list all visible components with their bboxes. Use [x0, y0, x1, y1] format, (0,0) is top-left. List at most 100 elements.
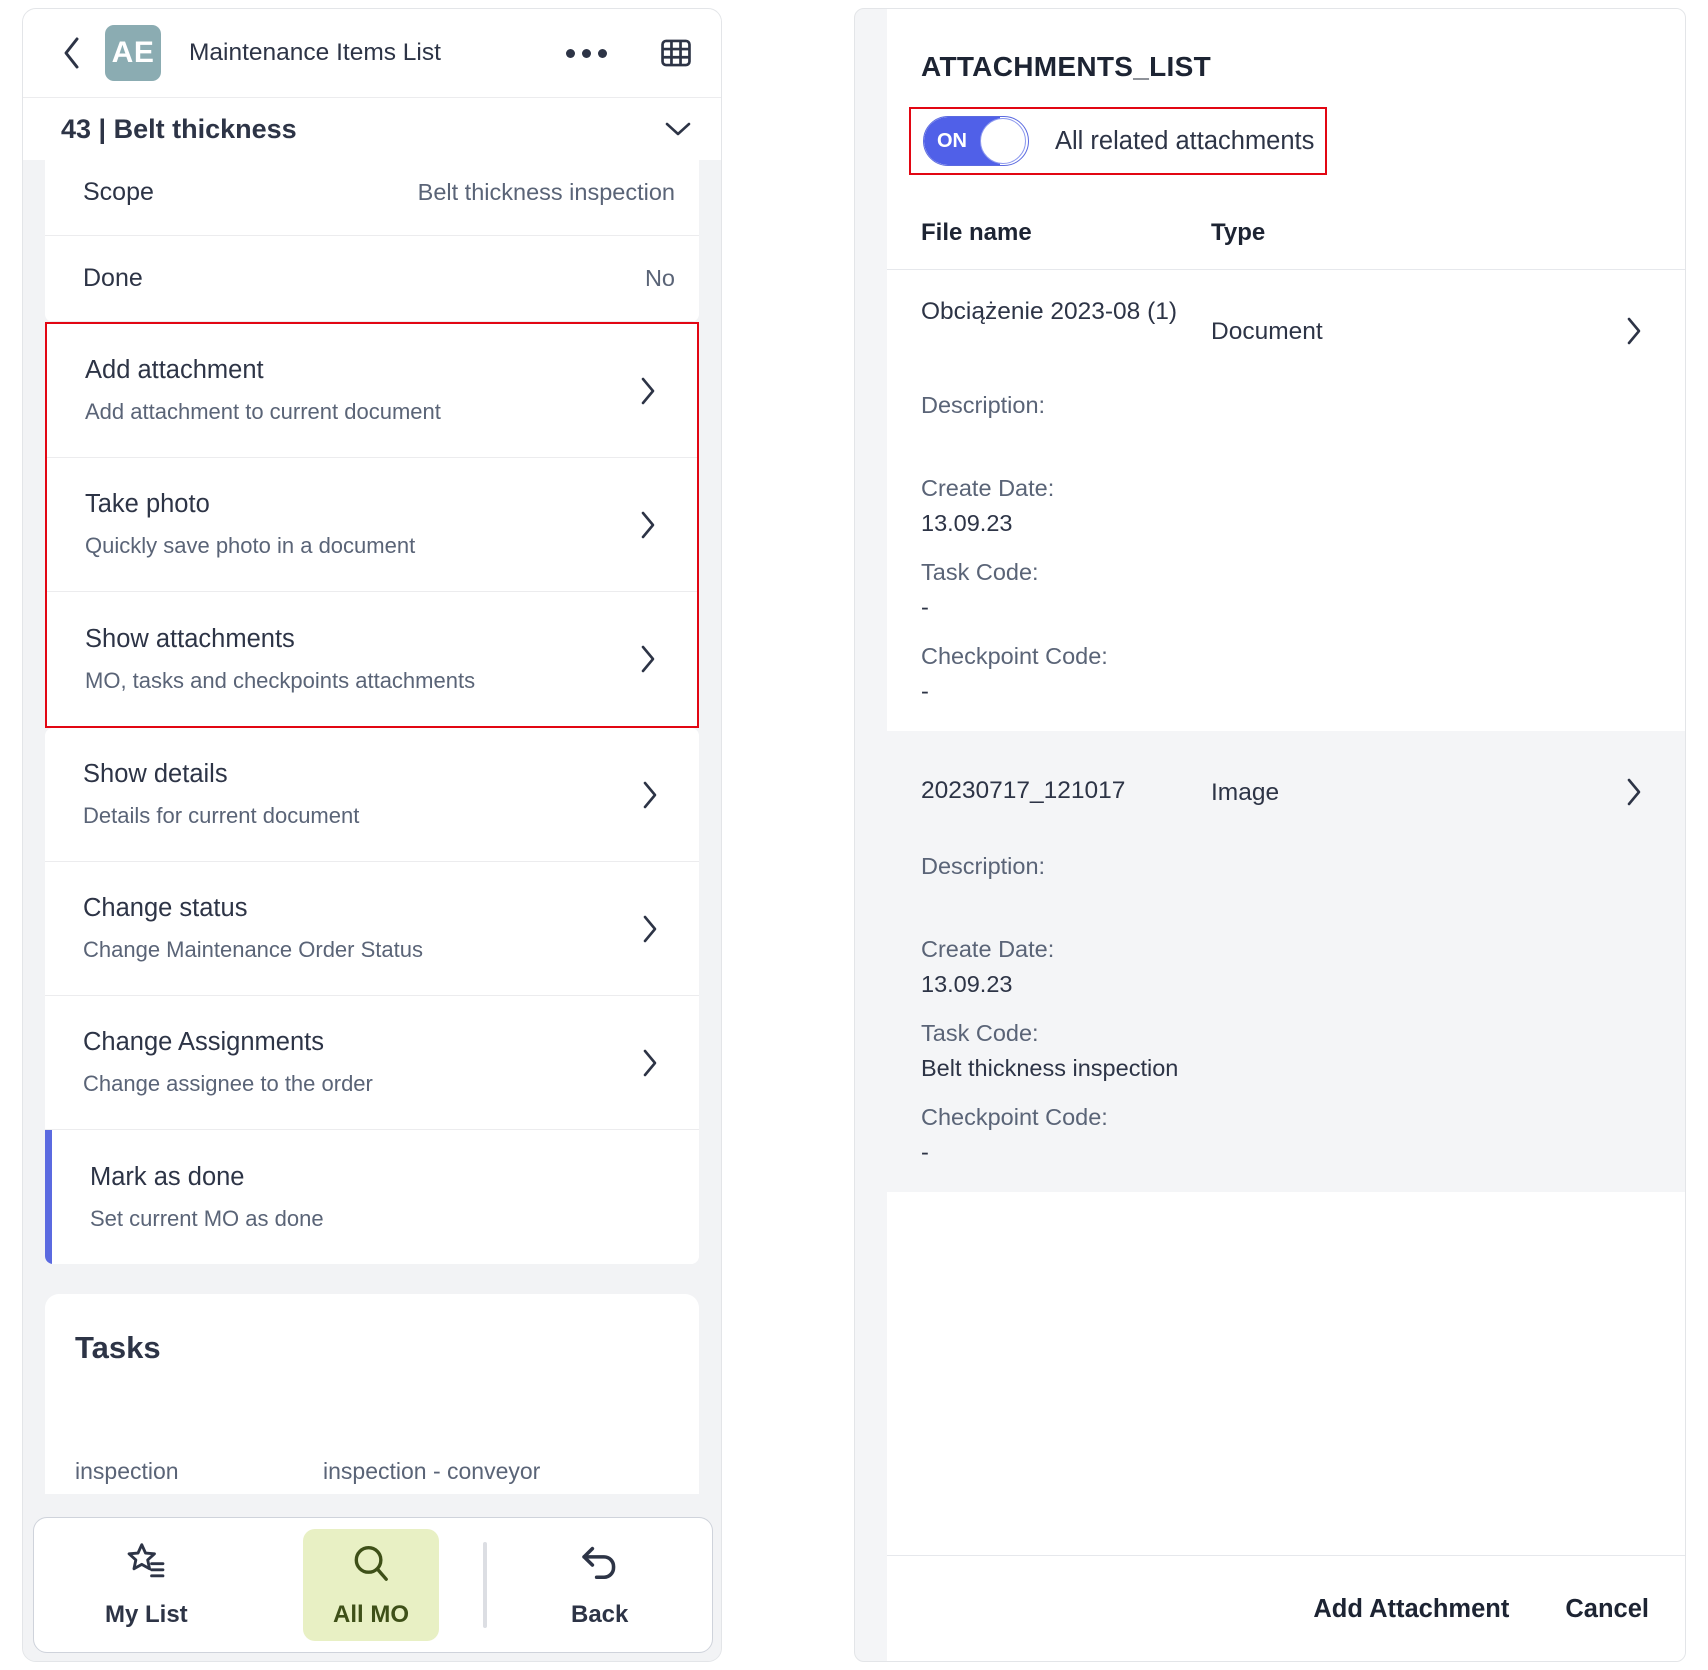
action-add-attachment[interactable]: Add attachment Add attachment to current…: [47, 324, 697, 458]
action-subtitle: Change Maintenance Order Status: [83, 937, 641, 963]
mobile-app-panel: AE Maintenance Items List 43 | Belt thic…: [22, 8, 722, 1662]
action-subtitle: Quickly save photo in a document: [85, 533, 639, 559]
chevron-right-icon[interactable]: [1511, 296, 1686, 346]
nav-item-my-list[interactable]: My List: [34, 1518, 259, 1652]
action-title: Take photo: [85, 490, 639, 519]
attachment-file-name: 20230717_121017: [921, 757, 1211, 807]
attachment-metadata: Description: Create Date: 13.09.23 Task …: [887, 807, 1686, 1166]
app-title: Maintenance Items List: [189, 39, 441, 67]
attachment-file-name: Obciążenie 2023-08 (1): [921, 296, 1211, 328]
action-title: Show attachments: [85, 625, 639, 654]
attachment-type: Document: [1211, 296, 1511, 346]
secondary-actions-card: Show details Details for current documen…: [45, 728, 699, 1264]
info-row-scope: Scope Belt thickness inspection: [45, 160, 699, 236]
action-text: Mark as done Set current MO as done: [90, 1163, 673, 1232]
meta-task-code-label: Task Code:: [921, 1020, 1686, 1047]
tasks-preview-left: inspection: [75, 1458, 323, 1485]
toggle-label: All related attachments: [1055, 127, 1314, 156]
dialog-title: ATTACHMENTS_LIST: [887, 9, 1686, 83]
chevron-right-icon: [641, 1048, 673, 1078]
nav-item-label: All MO: [333, 1601, 409, 1629]
app-logo: AE: [105, 25, 161, 81]
nav-active-pill: All MO: [303, 1529, 439, 1641]
column-header-spacer: [1511, 219, 1686, 247]
chevron-right-icon: [641, 914, 673, 944]
attachment-row-main: Obciążenie 2023-08 (1) Document: [887, 270, 1686, 346]
tasks-preview-right: inspection - conveyor: [323, 1458, 540, 1485]
meta-checkpoint-code-label: Checkpoint Code:: [921, 643, 1686, 670]
action-title: Mark as done: [90, 1163, 673, 1192]
grid-icon[interactable]: [659, 36, 693, 70]
info-row-label: Done: [83, 264, 143, 293]
toggle-state-label: ON: [937, 130, 967, 153]
nav-item-back[interactable]: Back: [487, 1518, 712, 1652]
cancel-button[interactable]: Cancel: [1565, 1595, 1649, 1624]
info-card: Scope Belt thickness inspection Done No: [45, 160, 699, 322]
attachment-actions-highlight: Add attachment Add attachment to current…: [45, 322, 699, 728]
meta-create-date-value: 13.09.23: [921, 510, 1686, 537]
action-take-photo[interactable]: Take photo Quickly save photo in a docum…: [47, 458, 697, 592]
column-header-type: Type: [1211, 219, 1511, 247]
tasks-section-title: Tasks: [75, 1330, 699, 1366]
action-change-assignments[interactable]: Change Assignments Change assignee to th…: [45, 996, 699, 1130]
action-title: Change Assignments: [83, 1028, 641, 1057]
info-row-value: No: [645, 265, 675, 292]
column-header-file-name: File name: [921, 219, 1211, 247]
action-mark-as-done[interactable]: Mark as done Set current MO as done: [45, 1130, 699, 1264]
tasks-preview-row: inspection inspection - conveyor: [75, 1458, 699, 1485]
meta-checkpoint-code-value: -: [921, 678, 1686, 705]
meta-create-date-label: Create Date:: [921, 936, 1686, 963]
all-related-attachments-toggle[interactable]: ON: [923, 116, 1029, 166]
meta-description-value: [921, 419, 1686, 453]
action-title: Add attachment: [85, 356, 639, 385]
attachments-table-header: File name Type: [887, 175, 1686, 270]
add-attachment-button[interactable]: Add Attachment: [1313, 1595, 1509, 1624]
chevron-down-icon[interactable]: [663, 119, 693, 139]
action-title: Change status: [83, 894, 641, 923]
info-row-label: Scope: [83, 178, 154, 207]
screenshot-root: AE Maintenance Items List 43 | Belt thic…: [0, 0, 1708, 1670]
app-topbar: AE Maintenance Items List: [23, 9, 721, 97]
action-subtitle: MO, tasks and checkpoints attachments: [85, 668, 639, 694]
dialog-spacer: [887, 1192, 1686, 1555]
action-change-status[interactable]: Change status Change Maintenance Order S…: [45, 862, 699, 996]
undo-arrow-icon: [578, 1541, 622, 1585]
meta-task-code-value: Belt thickness inspection: [921, 1055, 1686, 1082]
chevron-right-icon[interactable]: [1511, 757, 1686, 807]
action-subtitle: Set current MO as done: [90, 1206, 673, 1232]
ellipsis-icon[interactable]: [560, 39, 613, 68]
dialog-footer: Add Attachment Cancel: [887, 1555, 1686, 1662]
meta-description-label: Description:: [921, 392, 1686, 419]
nav-item-label: Back: [571, 1601, 628, 1629]
nav-item-label: My List: [105, 1601, 188, 1629]
attachment-row[interactable]: 20230717_121017 Image Description: Creat…: [887, 731, 1686, 1192]
chevron-right-icon: [641, 780, 673, 810]
toggle-thumb: [980, 118, 1026, 164]
action-text: Show details Details for current documen…: [83, 760, 641, 829]
record-subheader: 43 | Belt thickness: [23, 97, 721, 160]
search-icon: [350, 1543, 392, 1585]
meta-description-value: [921, 880, 1686, 914]
meta-create-date-label: Create Date:: [921, 475, 1686, 502]
chevron-right-icon: [639, 376, 671, 406]
action-show-attachments[interactable]: Show attachments MO, tasks and checkpoin…: [47, 592, 697, 726]
info-row-done: Done No: [45, 236, 699, 322]
nav-item-all-mo[interactable]: All MO: [259, 1518, 484, 1652]
star-list-icon: [124, 1541, 168, 1585]
meta-task-code-value: -: [921, 594, 1686, 621]
meta-checkpoint-code-value: -: [921, 1139, 1686, 1166]
attachments-panel: ATTACHMENTS_LIST ON All related attachme…: [854, 8, 1686, 1662]
action-text: Change Assignments Change assignee to th…: [83, 1028, 641, 1097]
action-show-details[interactable]: Show details Details for current documen…: [45, 728, 699, 862]
action-text: Change status Change Maintenance Order S…: [83, 894, 641, 963]
attachment-metadata: Description: Create Date: 13.09.23 Task …: [887, 346, 1686, 705]
app-scroll-body[interactable]: Scope Belt thickness inspection Done No …: [23, 160, 721, 1662]
attachment-row[interactable]: Obciążenie 2023-08 (1) Document Descript…: [887, 270, 1686, 731]
action-subtitle: Change assignee to the order: [83, 1071, 641, 1097]
attachments-dialog: ATTACHMENTS_LIST ON All related attachme…: [887, 9, 1686, 1662]
chevron-right-icon: [639, 510, 671, 540]
meta-checkpoint-code-label: Checkpoint Code:: [921, 1104, 1686, 1131]
back-chevron-icon[interactable]: [57, 33, 87, 73]
action-subtitle: Details for current document: [83, 803, 641, 829]
action-title: Show details: [83, 760, 641, 789]
